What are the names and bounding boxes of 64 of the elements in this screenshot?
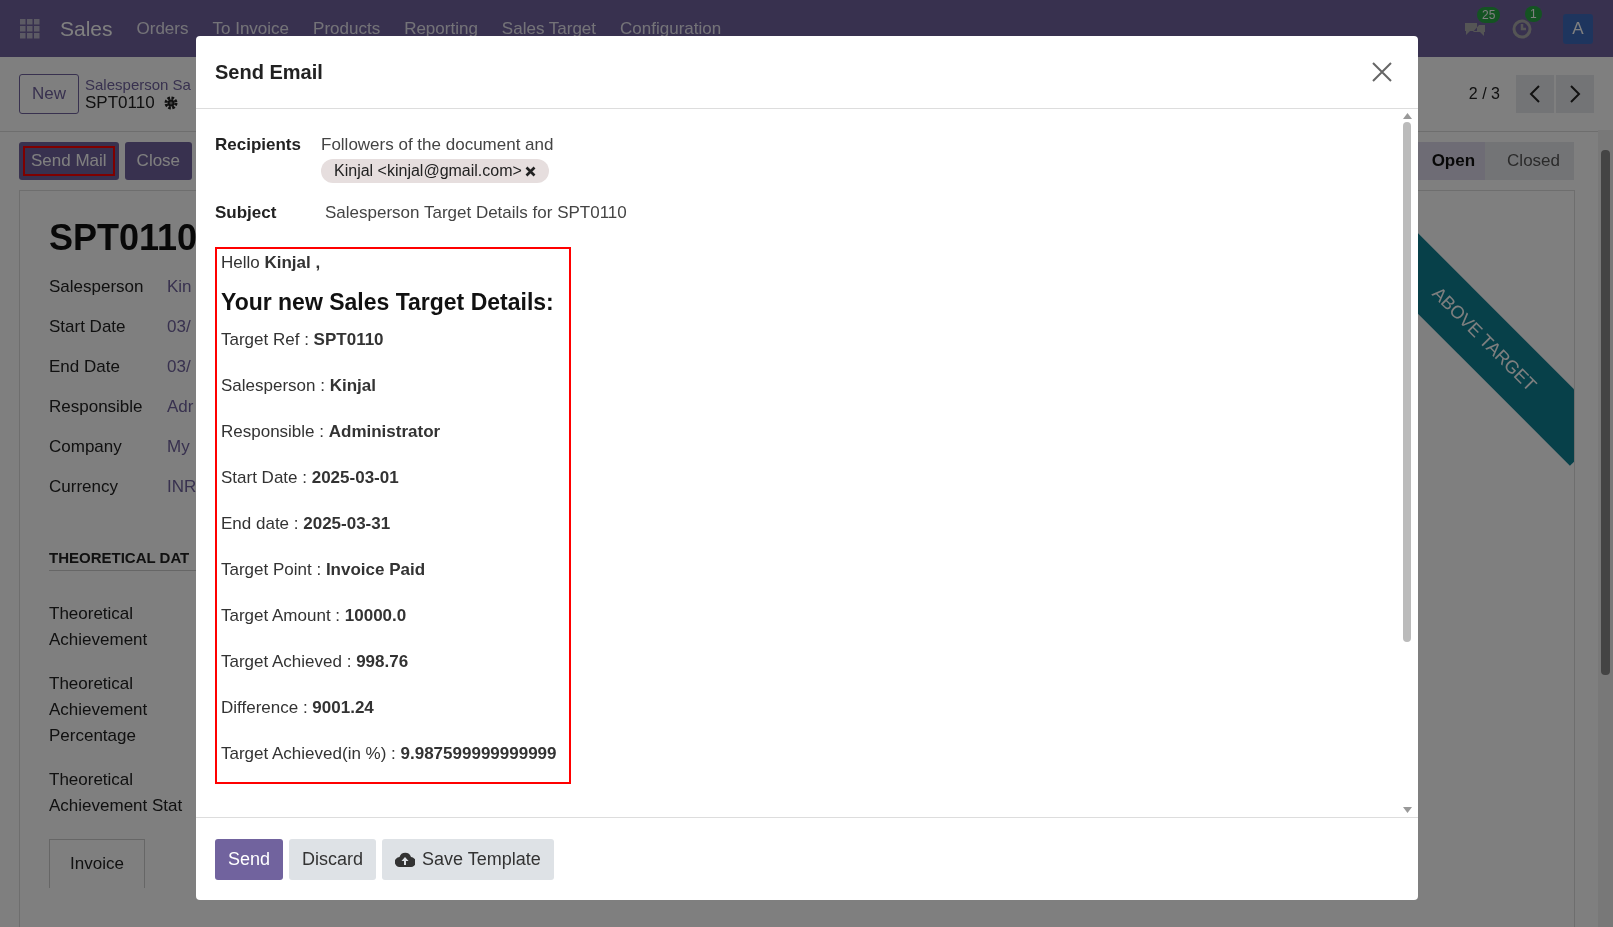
menu-item[interactable]: Products bbox=[313, 18, 381, 39]
pager-counter: 2 / 3 bbox=[1468, 85, 1500, 103]
page-scrollbar[interactable] bbox=[1598, 130, 1613, 927]
scroll-down-icon[interactable] bbox=[1402, 807, 1412, 813]
detail-line: Start Date : 2025-03-01 bbox=[221, 468, 400, 489]
dialog-scrollbar[interactable] bbox=[1402, 113, 1412, 813]
body-heading: Your new Sales Target Details: bbox=[221, 289, 555, 316]
user-avatar[interactable]: A bbox=[1563, 13, 1593, 44]
email-body[interactable] bbox=[215, 247, 571, 784]
field-label: Responsible bbox=[49, 397, 144, 417]
app-name[interactable]: Sales bbox=[60, 16, 113, 41]
stage-tab[interactable]: Closed bbox=[1485, 142, 1574, 180]
discard-button[interactable]: Discard bbox=[289, 838, 377, 880]
app-grid-icon[interactable] bbox=[20, 18, 40, 39]
next-button[interactable] bbox=[1556, 75, 1594, 113]
detail-line: Target Achieved(in %) : 9.987599999999999 bbox=[221, 744, 558, 765]
field-label: Recipients bbox=[215, 135, 301, 156]
detail-line: Target Amount : 10000.0 bbox=[221, 606, 408, 627]
notebook-tab[interactable]: Invoice bbox=[49, 839, 145, 888]
menu-item[interactable]: Reporting bbox=[404, 18, 478, 39]
previous-button[interactable] bbox=[1516, 75, 1554, 113]
detail-line: Target Achieved : 998.76 bbox=[221, 652, 410, 673]
close-icon[interactable] bbox=[1372, 62, 1392, 82]
notification-badge: 25 bbox=[1477, 6, 1501, 23]
menu-item[interactable]: Configuration bbox=[620, 18, 722, 39]
detail-line: Salesperson : Kinjal bbox=[221, 376, 377, 397]
subject-field[interactable]: Salesperson Target Details for SPT0110 bbox=[321, 203, 627, 223]
field-label: Salesperson bbox=[49, 277, 145, 297]
field-label: Company bbox=[49, 437, 123, 457]
send-button[interactable]: Send bbox=[215, 838, 284, 880]
detail-line: Target Point : Invoice Paid bbox=[221, 560, 427, 581]
gear-icon[interactable] bbox=[162, 94, 179, 111]
clock-icon[interactable] bbox=[1511, 17, 1533, 40]
cloud-upload-icon bbox=[395, 851, 416, 867]
field-label: Currency bbox=[49, 477, 119, 497]
field-label: Theoretical Achievement Stat bbox=[49, 769, 184, 817]
detail-line: Difference : 9001.24 bbox=[221, 698, 375, 719]
menu-item[interactable]: Sales Target bbox=[501, 18, 597, 39]
field-label: Theoretical Achievement Percentage bbox=[49, 673, 149, 747]
remove-icon[interactable] bbox=[524, 165, 536, 177]
save-template-button[interactable]: Save Template bbox=[382, 838, 554, 880]
recipient-tag[interactable]: Kinjal <kinjal@gmail.com> bbox=[321, 159, 549, 183]
detail-line: Target Ref : SPT0110 bbox=[221, 330, 385, 351]
action-button[interactable]: Close bbox=[124, 142, 193, 180]
recipients-text: Followers of the document and bbox=[321, 135, 554, 155]
field-label: Subject bbox=[215, 203, 278, 223]
chevron-left-icon bbox=[1529, 85, 1541, 103]
chevron-right-icon bbox=[1569, 85, 1581, 103]
greeting-text: Hello Kinjal , bbox=[221, 253, 322, 273]
detail-line: End date : 2025-03-31 bbox=[221, 514, 392, 535]
dialog-title: Send Email bbox=[215, 60, 323, 84]
action-button[interactable]: Send Mail bbox=[19, 142, 119, 180]
breadcrumb-link[interactable]: Salesperson Sa bbox=[85, 75, 191, 93]
record-title: SPT0110 bbox=[49, 217, 199, 259]
field-label: Start Date bbox=[49, 317, 127, 337]
new-button[interactable]: New bbox=[19, 74, 79, 114]
menu-item[interactable]: Orders bbox=[136, 18, 189, 39]
detail-line: Responsible : Administrator bbox=[221, 422, 442, 443]
record-name: SPT0110 bbox=[85, 92, 155, 113]
field-label: End Date bbox=[49, 357, 121, 377]
notification-badge: 1 bbox=[1525, 5, 1542, 22]
menu-item[interactable]: To Invoice bbox=[212, 18, 290, 39]
scroll-up-icon[interactable] bbox=[1402, 113, 1412, 119]
field-label: Theoretical Achievement bbox=[49, 603, 149, 651]
